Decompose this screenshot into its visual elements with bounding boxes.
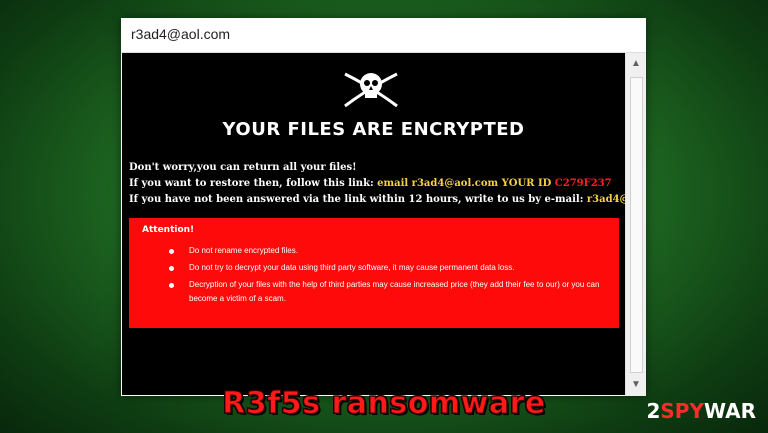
- list-item: Do not try to decrypt your data using th…: [169, 261, 609, 275]
- id-label: YOUR ID: [498, 178, 555, 189]
- scroll-thumb[interactable]: [630, 77, 643, 373]
- message-line-1: Don't worry,you can return all your file…: [129, 162, 357, 173]
- skull-crossed-swords-icon: [344, 72, 398, 108]
- bullet-icon: [169, 283, 174, 288]
- bullet-icon: [169, 249, 174, 254]
- attention-box: Attention! Do not rename encrypted files…: [129, 218, 619, 328]
- vertical-scrollbar[interactable]: ▲ ▼: [625, 53, 646, 396]
- ransom-note-content: YOUR FILES ARE ENCRYPTED Don't worry,you…: [122, 53, 625, 395]
- scroll-up-icon[interactable]: ▲: [626, 55, 646, 73]
- ransom-note-window: r3ad4@aol.com YOUR FILES ARE ENCRYPTED D…: [121, 18, 646, 396]
- fallback-text: If you have not been answered via the li…: [129, 194, 587, 205]
- list-item: Do not rename encrypted files.: [169, 244, 609, 258]
- list-item: Decryption of your files with the help o…: [169, 278, 609, 306]
- headline: YOUR FILES ARE ENCRYPTED: [222, 119, 525, 140]
- bullet-icon: [169, 266, 174, 271]
- attention-title: Attention!: [142, 225, 195, 235]
- site-watermark: 2SPYWAR: [646, 399, 756, 423]
- message-line-2: If you want to restore then, follow this…: [129, 178, 612, 189]
- contact-email-link[interactable]: email r3ad4@aol.com: [374, 178, 498, 189]
- window-title: r3ad4@aol.com: [131, 26, 231, 42]
- victim-id: C279F237: [554, 178, 612, 189]
- title-bar: r3ad4@aol.com: [121, 18, 646, 53]
- backup-email-link[interactable]: r3ad4@cock.li: [587, 194, 625, 205]
- restore-text: If you want to restore then, follow this…: [129, 178, 374, 189]
- attention-list: Do not rename encrypted files. Do not tr…: [169, 244, 609, 309]
- message-line-3: If you have not been answered via the li…: [129, 194, 625, 205]
